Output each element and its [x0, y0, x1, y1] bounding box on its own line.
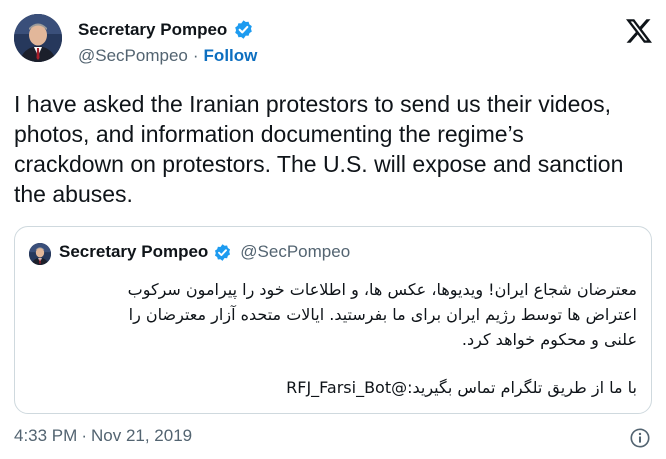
quoted-handle: @SecPompeo: [240, 242, 351, 261]
quoted-text-line: علنی و محکوم خواهد کرد.: [461, 330, 637, 349]
author-handle[interactable]: @SecPompeo: [78, 46, 188, 66]
quoted-author-row: Secretary Pompeo @SecPompeo: [59, 242, 350, 262]
author-handle-row: @SecPompeo · Follow: [78, 46, 257, 66]
separator-dot: ·: [81, 426, 87, 445]
quoted-text-line: معترضان شجاع ایران! ویدیوها، عکس ها، و ا…: [127, 280, 637, 299]
author-avatar[interactable]: [14, 14, 62, 62]
tweet-timestamp[interactable]: 4:33 PM · Nov 21, 2019: [14, 426, 192, 446]
verified-badge-icon: [233, 19, 254, 40]
separator-dot: ·: [192, 46, 199, 65]
author-display-name[interactable]: Secretary Pompeo: [78, 20, 227, 40]
quoted-author-avatar: [29, 243, 51, 265]
info-icon[interactable]: [629, 427, 651, 449]
follow-button[interactable]: Follow: [204, 46, 258, 66]
quoted-contact-line: با ما از طریق تلگرام تماس بگیرید:@RFJ_Fa…: [286, 378, 637, 397]
author-name-row: Secretary Pompeo: [78, 19, 254, 40]
tweet-date: Nov 21, 2019: [90, 426, 193, 445]
quoted-text-line: اعتراض ها توسط رژیم ایران برای ما بفرستی…: [128, 305, 637, 324]
tweet-card: Secretary Pompeo @SecPompeo · Follow I h…: [0, 0, 666, 459]
quoted-text: معترضان شجاع ایران! ویدیوها، عکس ها، و ا…: [31, 277, 637, 400]
quoted-tweet[interactable]: Secretary Pompeo @SecPompeo معترضان شجاع…: [14, 226, 652, 414]
x-logo-icon[interactable]: [626, 18, 652, 44]
quoted-display-name: Secretary Pompeo: [59, 242, 209, 261]
tweet-time: 4:33 PM: [14, 426, 78, 445]
verified-badge-icon: [213, 243, 232, 262]
tweet-text: I have asked the Iranian protestors to s…: [14, 91, 624, 207]
